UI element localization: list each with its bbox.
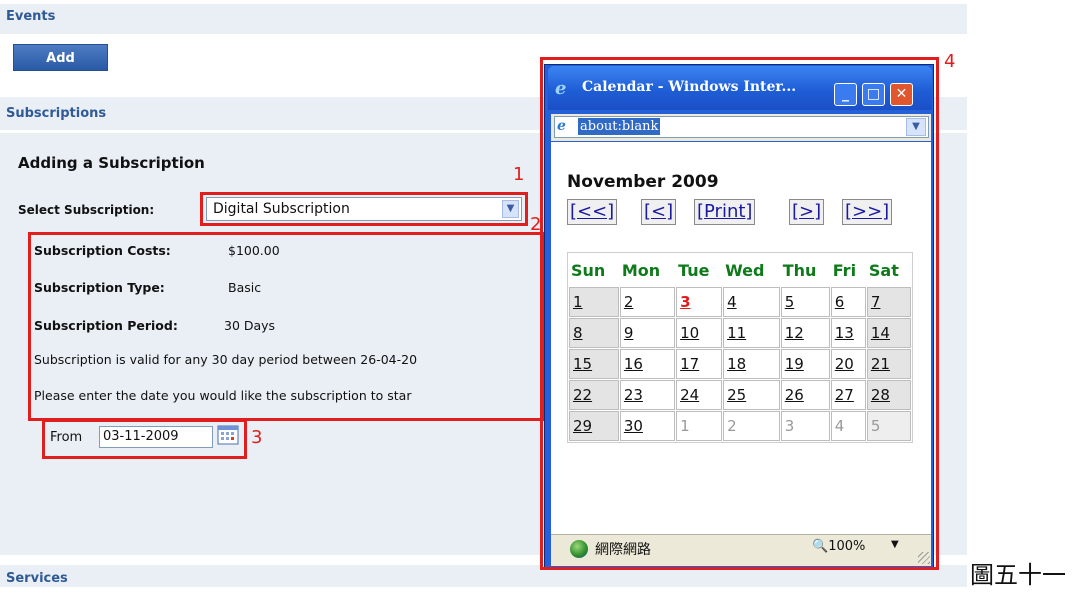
adding-subscription-title: Adding a Subscription — [18, 154, 205, 172]
highlight-box-2 — [28, 232, 544, 421]
highlight-box-4 — [540, 57, 939, 570]
annotation-number-1: 1 — [513, 164, 525, 185]
add-event-button[interactable]: Add — [13, 44, 108, 71]
highlight-box-1 — [200, 192, 528, 226]
highlight-box-3 — [42, 419, 247, 459]
annotation-number-4: 4 — [944, 51, 956, 72]
annotation-number-3: 3 — [251, 427, 263, 448]
events-section-header: Events — [0, 4, 967, 34]
select-subscription-label: Select Subscription: — [18, 203, 155, 217]
